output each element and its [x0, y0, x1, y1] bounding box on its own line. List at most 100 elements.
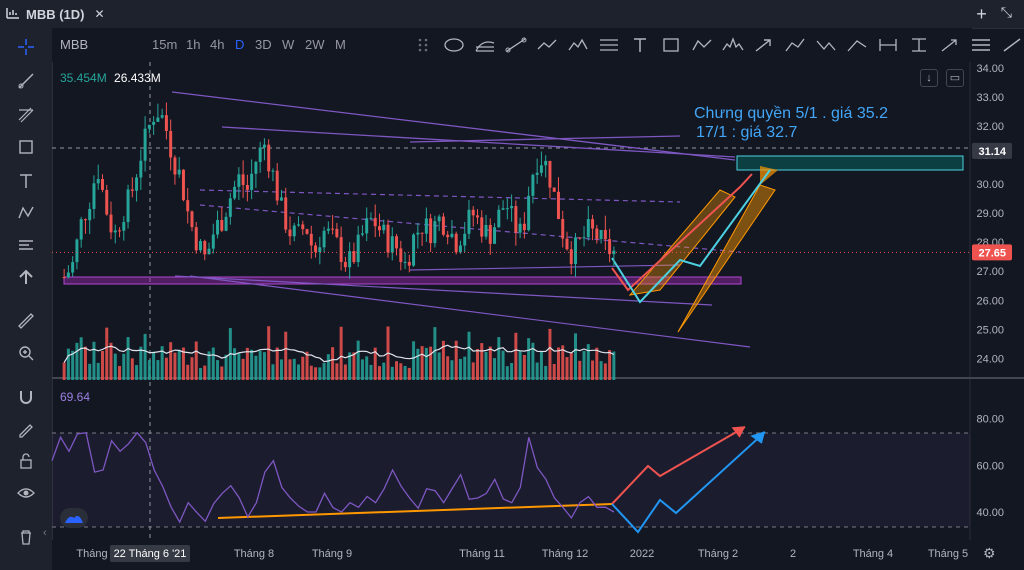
candle-body [143, 128, 147, 161]
settings-gear-icon[interactable]: ⚙ [983, 545, 996, 562]
price-range-icon[interactable] [903, 30, 934, 60]
volume-bar [139, 346, 143, 380]
arrow-marker-icon[interactable] [748, 30, 779, 60]
abcd-pattern-icon[interactable] [686, 30, 717, 60]
volume-bar [412, 341, 416, 380]
candle-body [173, 157, 177, 175]
crosshair-tool-icon[interactable] [11, 34, 41, 60]
volume-bar [96, 362, 100, 380]
collapse-panel-icon[interactable]: ‹ [43, 527, 47, 539]
trash-icon[interactable] [11, 524, 41, 550]
text-tool-icon[interactable] [11, 168, 41, 194]
maximize-icon[interactable]: ▭ [946, 69, 964, 87]
elliott-correction-icon[interactable] [810, 30, 841, 60]
lock-icon[interactable] [11, 448, 41, 474]
candle-body [591, 219, 595, 229]
candle-body [433, 221, 437, 244]
time-axis-label: 2 [790, 548, 796, 560]
timeframe-3d[interactable]: 3D [255, 37, 272, 52]
volume-bar [83, 346, 87, 380]
time-axis-label: 2022 [630, 548, 654, 560]
trendline-tool-icon[interactable] [11, 68, 41, 94]
date-range-icon[interactable] [872, 30, 903, 60]
candle-body [544, 160, 548, 166]
candle-body [109, 214, 113, 233]
volume-bar [446, 356, 450, 380]
trendline-low-dashed [199, 204, 741, 253]
candle-body [152, 121, 156, 125]
add-tab-icon[interactable]: + [976, 4, 987, 25]
pencil-lock-icon[interactable] [11, 416, 41, 442]
drag-handle-icon[interactable] [407, 30, 438, 60]
candle-body [241, 174, 245, 185]
elliott-wave-icon[interactable] [562, 30, 593, 60]
arrow-up-icon[interactable] [11, 264, 41, 290]
volume-bar [488, 346, 492, 380]
volume-bar [552, 363, 556, 380]
timeframe-2w[interactable]: 2W [305, 37, 325, 52]
candle-body [510, 206, 514, 209]
candle-body [484, 224, 488, 237]
line-tool-icon[interactable] [996, 30, 1024, 60]
volume-value-a: 35.454M [60, 71, 107, 85]
magnet-icon[interactable] [11, 384, 41, 410]
volume-bar [199, 367, 202, 380]
close-tab-icon[interactable]: ✕ [95, 7, 105, 21]
volume-bar [339, 326, 343, 380]
candle-body [211, 234, 215, 249]
volume-bar [493, 358, 497, 380]
text-tool-top-icon[interactable] [624, 30, 655, 60]
eye-icon[interactable] [11, 480, 41, 506]
volume-bar [510, 362, 514, 380]
forecast-icon[interactable] [934, 30, 965, 60]
candle-body [92, 183, 96, 209]
chart-tab[interactable]: MBB (1D) ✕ [6, 0, 105, 28]
fib-retracement-icon[interactable] [593, 30, 624, 60]
volume-bar [228, 328, 232, 380]
timeframe-w[interactable]: W [282, 37, 294, 52]
volume-bar [612, 351, 616, 380]
price-tick-label: 33.00 [976, 92, 1004, 104]
volume-bar [288, 359, 292, 380]
timeframe-1h[interactable]: 1h [186, 37, 200, 52]
collapse-icon[interactable]: ⤡ [1001, 4, 1012, 25]
volume-bar [403, 365, 407, 380]
indicators-menu-icon[interactable] [965, 30, 996, 60]
candle-body [518, 223, 522, 233]
trend-angle-icon[interactable] [500, 30, 531, 60]
candle-body [139, 160, 143, 178]
sine-line-icon[interactable] [841, 30, 872, 60]
volume-bar [186, 364, 190, 380]
timeframe-4h[interactable]: 4h [210, 37, 224, 52]
arrow-down-icon[interactable]: ↓ [920, 69, 938, 87]
candle-body [390, 236, 394, 253]
rsi-path-red [611, 426, 746, 505]
candle-body [250, 173, 254, 190]
timeframe-d[interactable]: D [235, 37, 244, 52]
fib-tool-icon[interactable] [11, 102, 41, 128]
volume-bar [458, 358, 462, 380]
timeframe-15m[interactable]: 15m [152, 37, 177, 52]
head-shoulders-icon[interactable] [717, 30, 748, 60]
volume-bar [335, 363, 339, 380]
price-chart: 34.00 33.00 32.00 31.00 30.00 29.00 28.00 27.00… [51, 62, 1024, 570]
candle-body [399, 248, 403, 262]
ellipse-tool-icon[interactable] [438, 30, 469, 60]
volume-bar [250, 349, 254, 380]
zoom-icon[interactable] [11, 340, 41, 366]
candle-body [113, 230, 117, 233]
volume-bar [152, 351, 156, 380]
measure-tool-icon[interactable] [11, 232, 41, 258]
ruler-icon[interactable] [11, 308, 41, 334]
cycle-lines-icon[interactable] [779, 30, 810, 60]
pattern-tool-icon[interactable] [11, 200, 41, 226]
timeframe-m[interactable]: M [335, 37, 346, 52]
volume-bar [561, 345, 565, 380]
candle-body [360, 233, 364, 235]
fib-channel-icon[interactable] [469, 30, 500, 60]
target-zone [736, 155, 964, 171]
path-tool-icon[interactable] [531, 30, 562, 60]
volume-bar [190, 357, 194, 380]
rectangle-top-icon[interactable] [655, 30, 686, 60]
rectangle-tool-icon[interactable] [11, 134, 41, 160]
